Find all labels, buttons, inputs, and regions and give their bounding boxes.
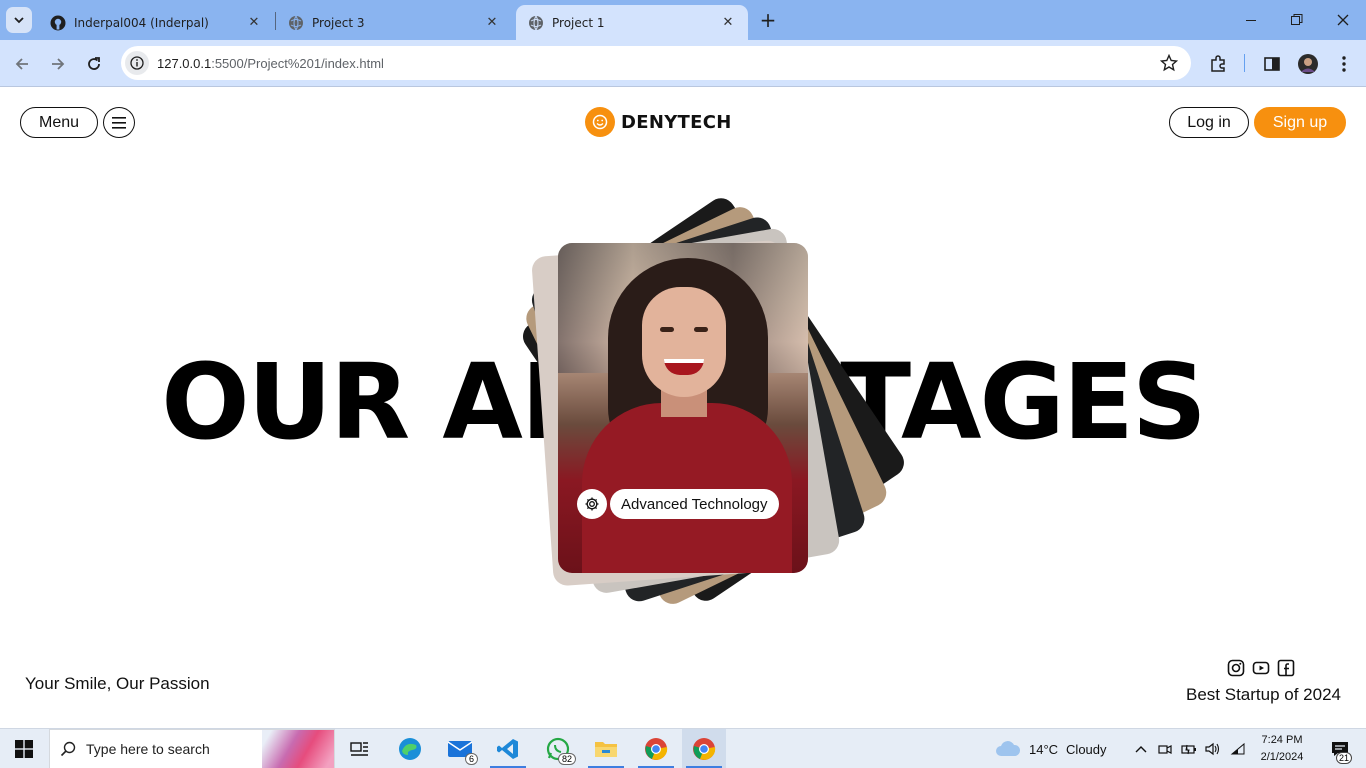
new-tab-button[interactable]: + bbox=[756, 8, 780, 32]
whatsapp-icon[interactable]: 82 bbox=[536, 729, 580, 768]
login-button[interactable]: Log in bbox=[1169, 107, 1249, 138]
close-window-button[interactable] bbox=[1320, 0, 1366, 40]
feature-badge: Advanced Technology bbox=[577, 489, 779, 519]
photo-eye bbox=[694, 327, 708, 332]
url-text: 127.0.0.1:5500/Project%201/index.html bbox=[157, 56, 384, 71]
wifi-icon[interactable] bbox=[1229, 729, 1247, 768]
vscode-icon[interactable] bbox=[486, 729, 530, 768]
arrow-right-icon bbox=[52, 58, 65, 70]
minimize-button[interactable] bbox=[1228, 0, 1274, 40]
tab-project-3[interactable]: Project 3 ✕ bbox=[276, 5, 512, 40]
weather-condition: Cloudy bbox=[1066, 741, 1107, 757]
globe-icon bbox=[528, 15, 544, 31]
browser-toolbar: 127.0.0.1:5500/Project%201/index.html bbox=[0, 40, 1366, 87]
start-button[interactable] bbox=[0, 729, 48, 768]
tab-project-1[interactable]: Project 1 ✕ bbox=[516, 5, 748, 40]
notification-center-button[interactable]: 21 bbox=[1320, 729, 1360, 768]
instagram-icon[interactable] bbox=[1227, 659, 1245, 677]
chevron-down-icon bbox=[14, 17, 24, 24]
photo-sweater bbox=[582, 403, 792, 573]
taskbar-search[interactable]: Type here to search bbox=[49, 729, 335, 768]
mail-icon[interactable]: 6 bbox=[438, 729, 482, 768]
tagline: Your Smile, Our Passion bbox=[25, 674, 210, 693]
youtube-icon[interactable] bbox=[1252, 659, 1270, 677]
edge-icon[interactable] bbox=[388, 729, 432, 768]
address-bar[interactable]: 127.0.0.1:5500/Project%201/index.html bbox=[121, 46, 1191, 80]
restore-button[interactable] bbox=[1274, 0, 1320, 40]
smile-logo-icon bbox=[585, 107, 615, 137]
signup-button[interactable]: Sign up bbox=[1254, 107, 1346, 138]
feature-badge-label: Advanced Technology bbox=[610, 489, 779, 519]
windows-logo-icon bbox=[15, 740, 33, 758]
award-text: Best Startup of 2024 bbox=[1186, 685, 1341, 704]
side-panel-icon[interactable] bbox=[1260, 52, 1284, 76]
profile-avatar[interactable] bbox=[1296, 52, 1320, 76]
close-icon[interactable]: ✕ bbox=[484, 15, 500, 31]
restore-icon bbox=[1291, 14, 1303, 25]
site-info-icon[interactable] bbox=[125, 51, 149, 75]
photo-face bbox=[642, 287, 726, 397]
reload-button[interactable] bbox=[80, 50, 108, 78]
reload-icon bbox=[88, 57, 100, 70]
chrome-icon[interactable] bbox=[682, 729, 726, 768]
weather-widget[interactable]: 14°C Cloudy bbox=[995, 729, 1107, 768]
cloud-icon bbox=[996, 741, 1021, 756]
weather-temp: 14°C bbox=[1029, 741, 1059, 757]
search-icon bbox=[50, 741, 86, 757]
extensions-icon[interactable] bbox=[1206, 52, 1230, 76]
file-explorer-icon[interactable] bbox=[584, 729, 628, 768]
notification-count: 21 bbox=[1335, 752, 1352, 764]
close-icon[interactable]: ✕ bbox=[246, 15, 262, 31]
tab-title: Inderpal004 (Inderpal) bbox=[74, 15, 209, 30]
tab-search-button[interactable] bbox=[6, 7, 32, 33]
menu-button[interactable]: Menu bbox=[20, 107, 98, 138]
tab-title: Project 3 bbox=[312, 15, 365, 30]
minimize-icon bbox=[1246, 20, 1256, 21]
close-icon bbox=[1337, 14, 1349, 26]
meet-now-icon[interactable] bbox=[1156, 729, 1174, 768]
chrome-icon[interactable] bbox=[634, 729, 678, 768]
tab-strip: Inderpal004 (Inderpal) ✕ Project 3 ✕ Pro… bbox=[0, 0, 1366, 40]
social-links bbox=[1227, 659, 1295, 677]
web-page: Menu DENYTECH Log in Sign up OUR ADVANTA… bbox=[0, 88, 1366, 728]
facebook-icon[interactable] bbox=[1277, 659, 1295, 677]
hamburger-button[interactable] bbox=[103, 107, 135, 138]
forward-button[interactable] bbox=[44, 50, 72, 78]
back-button[interactable] bbox=[8, 50, 36, 78]
hamburger-icon bbox=[112, 116, 126, 129]
photo-card-front[interactable]: Advanced Technology bbox=[558, 243, 808, 573]
globe-icon bbox=[288, 15, 304, 31]
brand-name: DENYTECH bbox=[621, 111, 732, 133]
gear-icon bbox=[577, 489, 607, 519]
github-icon bbox=[50, 15, 66, 31]
url-path: :5500/Project%201/index.html bbox=[211, 55, 384, 71]
battery-icon[interactable] bbox=[1180, 729, 1198, 768]
clock-time: 7:24 PM bbox=[1261, 734, 1303, 746]
search-highlight-art bbox=[262, 730, 334, 768]
windows-taskbar: Type here to search 6 82 14°C Cloudy 7:2… bbox=[0, 728, 1366, 768]
toolbar-divider bbox=[1244, 54, 1245, 72]
whatsapp-badge: 82 bbox=[557, 753, 576, 765]
url-host: 127.0.0.1 bbox=[157, 55, 212, 71]
task-view-icon[interactable] bbox=[338, 729, 382, 768]
tab-title: Project 1 bbox=[552, 15, 605, 30]
brand-logo[interactable]: DENYTECH bbox=[585, 107, 732, 137]
bookmark-star-icon[interactable] bbox=[1159, 53, 1179, 73]
clock-date: 2/1/2024 bbox=[1260, 751, 1304, 763]
search-placeholder: Type here to search bbox=[86, 741, 210, 757]
photo-eye bbox=[660, 327, 674, 332]
close-icon[interactable]: ✕ bbox=[720, 15, 736, 31]
tab-github[interactable]: Inderpal004 (Inderpal) ✕ bbox=[38, 5, 274, 40]
chevron-up-icon[interactable] bbox=[1132, 729, 1150, 768]
system-clock[interactable]: 7:24 PM 2/1/2024 bbox=[1254, 732, 1310, 766]
chrome-menu-icon[interactable] bbox=[1332, 52, 1356, 76]
volume-icon[interactable] bbox=[1204, 729, 1222, 768]
mail-badge: 6 bbox=[464, 753, 478, 765]
arrow-left-icon bbox=[15, 58, 28, 70]
